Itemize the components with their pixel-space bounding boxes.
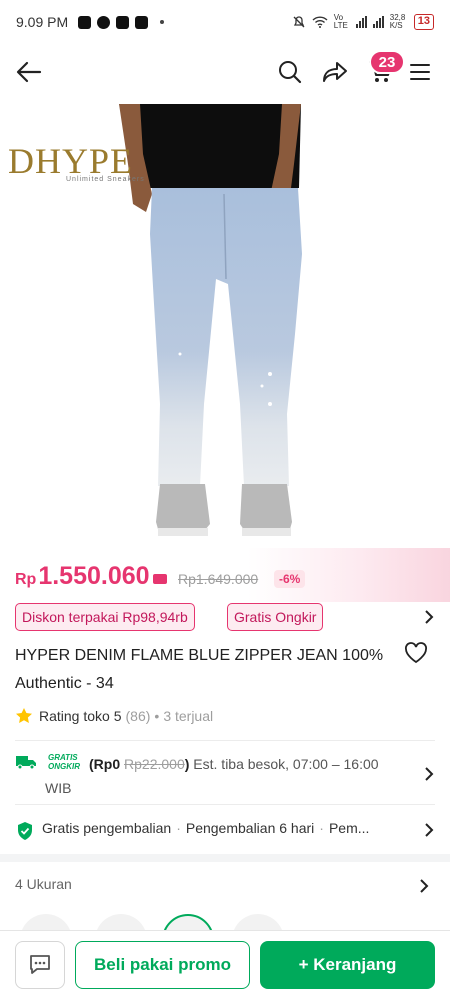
store-rating[interactable]: Rating toko 5 (86) • 3 terjual xyxy=(15,707,213,725)
truck-icon xyxy=(16,756,36,770)
product-title: HYPER DENIM FLAME BLUE ZIPPER JEAN 100% … xyxy=(15,647,384,692)
rating-separator: • xyxy=(154,708,160,724)
more-notifications-icon xyxy=(160,20,165,24)
divider xyxy=(15,740,435,741)
chevron-right-icon[interactable] xyxy=(416,878,432,894)
back-arrow-icon xyxy=(16,61,42,83)
buy-with-promo-button[interactable]: Beli pakai promo xyxy=(75,941,250,989)
chevron-right-icon[interactable] xyxy=(421,766,437,782)
mute-icon xyxy=(293,16,305,28)
menu-icon xyxy=(410,64,430,80)
divider xyxy=(15,804,435,805)
size-count-label[interactable]: 4 Ukuran xyxy=(15,876,72,892)
shopping-bag-icon xyxy=(135,15,149,29)
store-logo: DHYPE Unlimited Sneakers xyxy=(8,140,145,183)
app-notification-icon xyxy=(116,15,130,29)
original-price: Rp1.649.000 xyxy=(178,571,259,587)
chevron-right-icon[interactable] xyxy=(421,822,437,838)
sold-count: 3 terjual xyxy=(163,708,214,724)
whatsapp-icon xyxy=(97,15,111,29)
status-time: 9.09 PM xyxy=(16,14,69,30)
app-notification-icon xyxy=(78,15,92,29)
shipping-close-paren: ) xyxy=(184,756,190,772)
add-to-cart-button[interactable]: + Keranjang xyxy=(260,941,435,989)
rating-count: (86) xyxy=(125,708,151,724)
network-speed: 32,8 K/S xyxy=(389,13,406,30)
network-label: Vo LTE xyxy=(333,13,348,30)
chevron-right-icon[interactable] xyxy=(421,609,437,625)
shipping-info[interactable]: (Rp0 Rp22.000) Est. tiba besok, 07:00 – … xyxy=(45,752,405,800)
status-icons: Vo LTE 32,8 K/S 13 xyxy=(292,14,434,30)
shipping-old-cost: Rp22.000 xyxy=(124,756,185,772)
price-value: 1.550.060 xyxy=(38,562,150,590)
store-logo-text: DHYPE xyxy=(8,141,134,181)
discount-badge: -6% xyxy=(274,570,306,588)
signal-icon-2 xyxy=(372,16,384,28)
chat-button[interactable] xyxy=(15,941,65,989)
menu-button[interactable] xyxy=(402,54,438,90)
return-item-more: Pem... xyxy=(328,820,370,836)
rating-label: Rating toko 5 xyxy=(39,708,122,724)
share-icon xyxy=(323,62,347,82)
chat-icon xyxy=(30,955,50,974)
status-bar: 9.09 PM Vo LTE 32,8 K/S 13 xyxy=(0,0,450,44)
search-icon xyxy=(279,61,302,84)
store-logo-subtitle: Unlimited Sneakers xyxy=(66,176,145,183)
shield-check-icon xyxy=(18,822,32,840)
return-item-free: Gratis pengembalian xyxy=(42,820,172,836)
discount-applied-chip[interactable]: Diskon terpakai Rp98,94rb xyxy=(15,603,195,631)
share-button[interactable] xyxy=(317,54,353,90)
section-divider xyxy=(0,854,450,862)
shipping-cost: (Rp0 xyxy=(89,756,121,772)
product-price: Rp 1.550.060 xyxy=(15,562,171,591)
signal-icon xyxy=(355,16,367,28)
wifi-icon xyxy=(312,16,328,28)
return-item-days: Pengembalian 6 hari xyxy=(185,820,315,836)
return-policy[interactable]: Gratis pengembalian · Pengembalian 6 hari ·… xyxy=(42,820,412,836)
search-button[interactable] xyxy=(272,54,308,90)
star-icon xyxy=(16,708,32,723)
coupon-icon xyxy=(152,574,167,584)
cart-count-badge[interactable]: 23 xyxy=(369,50,405,74)
battery-indicator: 13 xyxy=(413,14,434,30)
price-currency: Rp xyxy=(15,571,37,588)
back-button[interactable] xyxy=(11,54,47,90)
free-shipping-chip[interactable]: Gratis Ongkir xyxy=(227,603,324,631)
wishlist-heart-icon[interactable] xyxy=(404,642,428,664)
